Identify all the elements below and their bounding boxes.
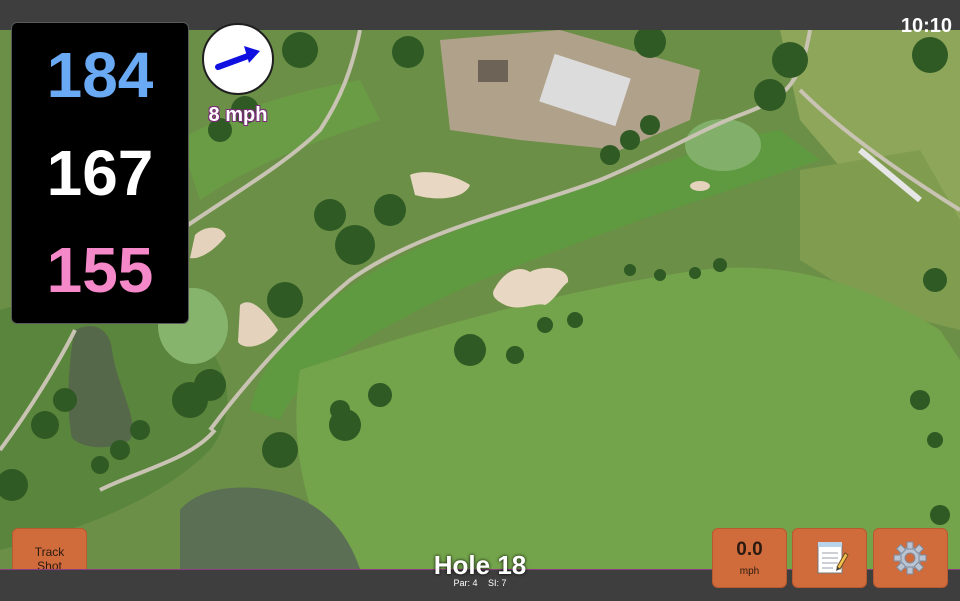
notes-button[interactable] bbox=[792, 528, 867, 588]
wind-indicator bbox=[202, 23, 274, 95]
hole-stroke-index: SI: 7 bbox=[488, 578, 507, 588]
hole-title: Hole 18 bbox=[433, 550, 527, 580]
distance-front-yardage: 155 bbox=[46, 234, 154, 306]
notepad-icon bbox=[817, 542, 849, 574]
distance-middle-yardage: 167 bbox=[46, 137, 154, 209]
hole-par: Par: 4 bbox=[453, 578, 478, 588]
hole-details: Par: 4 SI: 7 bbox=[380, 578, 580, 588]
clock-time: 10:10 bbox=[900, 15, 952, 37]
track-shot-label-line1: Track bbox=[34, 545, 65, 559]
speed-value: 0.0 bbox=[736, 539, 763, 560]
wind-speed-label: 8 mph bbox=[208, 104, 268, 126]
distance-back-yardage: 184 bbox=[46, 39, 154, 111]
wind-direction-arrow-icon bbox=[215, 46, 260, 70]
distance-panel: 184 167 155 bbox=[11, 22, 189, 324]
speed-button[interactable]: 0.0 mph bbox=[712, 528, 787, 588]
settings-button[interactable] bbox=[873, 528, 948, 588]
gear-icon bbox=[893, 541, 927, 575]
speed-unit: mph bbox=[739, 566, 760, 577]
